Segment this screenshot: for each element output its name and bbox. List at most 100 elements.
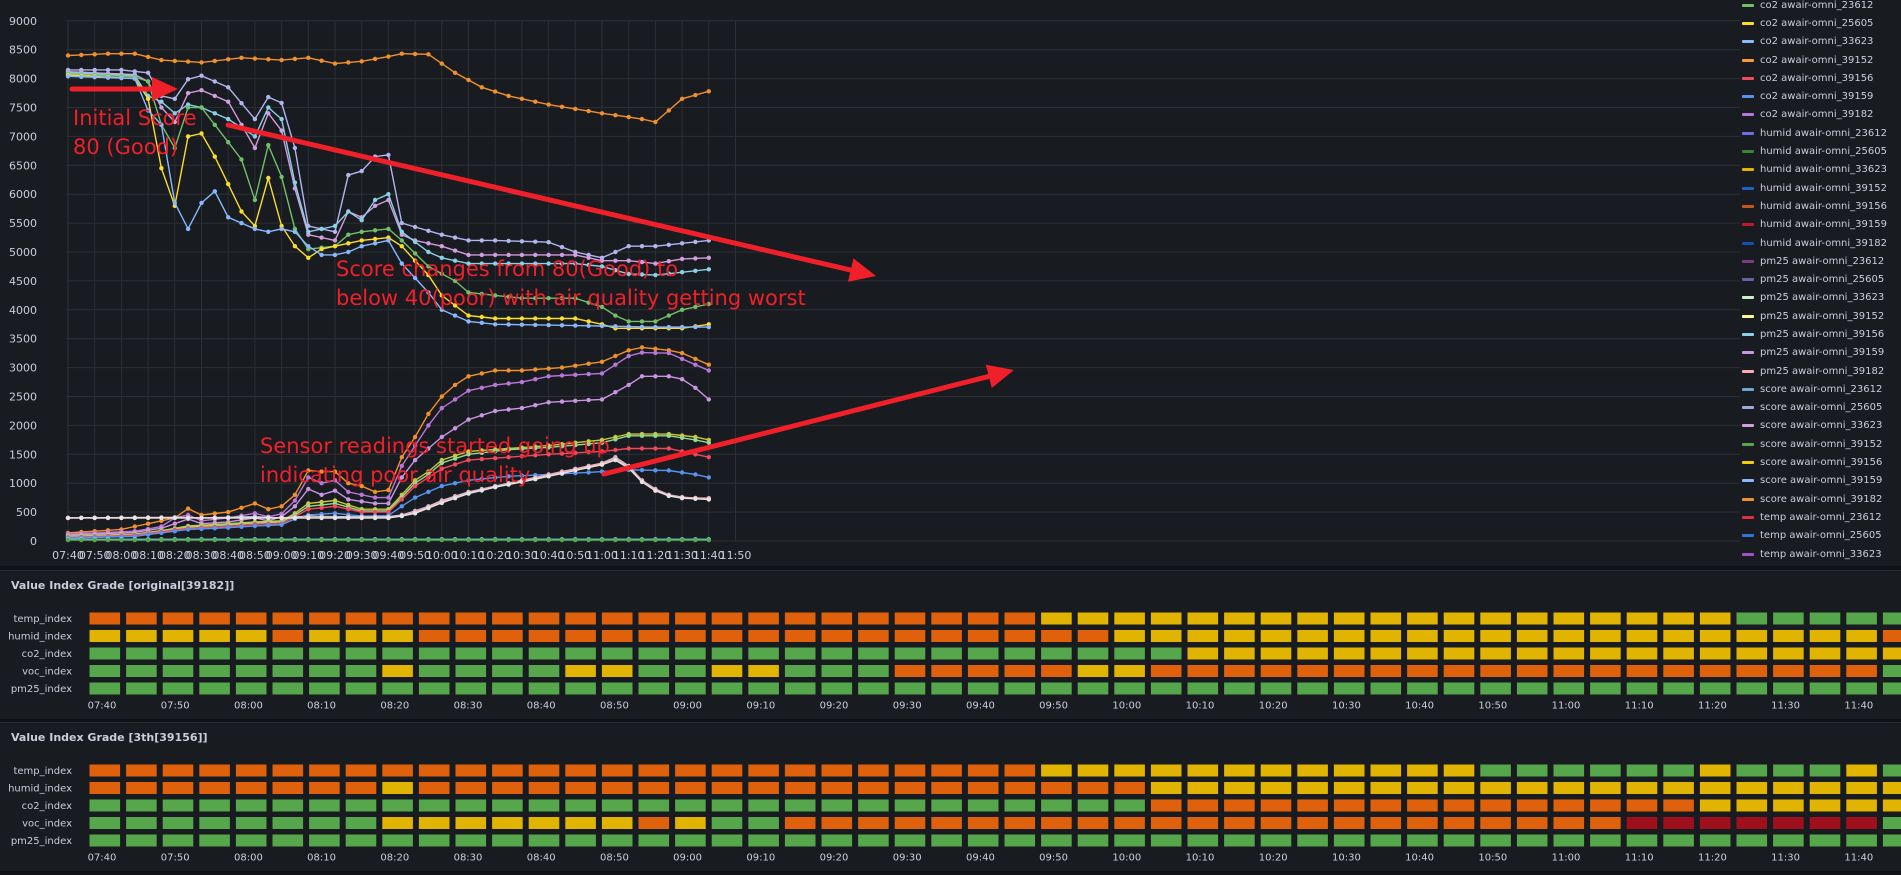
heatmap-cell[interactable] xyxy=(1625,681,1659,696)
heatmap-cell[interactable] xyxy=(600,798,634,813)
heatmap-cell[interactable] xyxy=(1808,664,1842,678)
heatmap-cell[interactable] xyxy=(1772,664,1805,678)
heatmap-cell[interactable] xyxy=(1223,798,1256,813)
heatmap-cell[interactable] xyxy=(527,833,561,848)
heatmap-cell[interactable] xyxy=(1589,681,1622,696)
heatmap-cell[interactable] xyxy=(1808,611,1842,626)
heatmap-cell[interactable] xyxy=(1259,816,1293,830)
legend-item[interactable]: humid awair-omni_39152 xyxy=(1742,179,1901,197)
heatmap-cell[interactable] xyxy=(1113,816,1146,830)
heatmap-cell[interactable] xyxy=(1040,833,1073,848)
heatmap-cell[interactable] xyxy=(198,816,231,830)
heatmap-cell[interactable] xyxy=(1698,681,1732,696)
heatmap-cell[interactable] xyxy=(125,798,158,813)
heatmap-cell[interactable] xyxy=(930,816,963,830)
heatmap-cell[interactable] xyxy=(1625,816,1659,830)
heatmap-cell[interactable] xyxy=(1479,816,1512,830)
heatmap-cell[interactable] xyxy=(1296,611,1329,626)
heatmap-cell[interactable] xyxy=(1076,646,1110,661)
heatmap-cell[interactable] xyxy=(1076,781,1110,795)
heatmap-cell[interactable] xyxy=(1442,611,1476,626)
heatmap-cell[interactable] xyxy=(1442,664,1476,678)
heatmap-cell[interactable] xyxy=(1186,681,1220,696)
heatmap-cell[interactable] xyxy=(747,629,780,643)
heatmap-cell[interactable] xyxy=(930,763,963,778)
heatmap-cell[interactable] xyxy=(234,681,268,696)
heatmap-cell[interactable] xyxy=(1772,629,1805,643)
heatmap-cell[interactable] xyxy=(1625,833,1659,848)
heatmap-cell[interactable] xyxy=(783,781,817,795)
heatmap-cell[interactable] xyxy=(198,611,231,626)
heatmap-cell[interactable] xyxy=(381,816,414,830)
heatmap-cell[interactable] xyxy=(271,833,305,848)
heatmap-cell[interactable] xyxy=(1040,664,1073,678)
heatmap-cell[interactable] xyxy=(674,781,707,795)
legend-item[interactable]: co2 awair-omni_23612 xyxy=(1742,0,1901,14)
heatmap-cell[interactable] xyxy=(527,664,561,678)
heatmap-cell[interactable] xyxy=(1589,798,1622,813)
heatmap-cell[interactable] xyxy=(1332,611,1366,626)
heatmap-cell[interactable] xyxy=(381,629,414,643)
heatmap-cell[interactable] xyxy=(1881,763,1901,778)
heatmap-cell[interactable] xyxy=(1296,833,1329,848)
heatmap-cell[interactable] xyxy=(1003,816,1037,830)
heatmap-cell[interactable] xyxy=(1223,646,1256,661)
heatmap-cell[interactable] xyxy=(1332,781,1366,795)
heatmap-cell[interactable] xyxy=(454,681,488,696)
heatmap-cell[interactable] xyxy=(564,646,597,661)
heatmap-cell[interactable] xyxy=(1808,629,1842,643)
heatmap-cell[interactable] xyxy=(1552,798,1586,813)
heatmap-cell[interactable] xyxy=(820,798,854,813)
heatmap-cell[interactable] xyxy=(783,833,817,848)
heatmap-cell[interactable] xyxy=(820,611,854,626)
legend-item[interactable]: humid awair-omni_39156 xyxy=(1742,197,1901,215)
heatmap-cell[interactable] xyxy=(1369,833,1403,848)
heatmap-cell[interactable] xyxy=(893,681,927,696)
heatmap-cell[interactable] xyxy=(747,763,780,778)
heatmap-cell[interactable] xyxy=(710,833,744,848)
heatmap-cell[interactable] xyxy=(1369,763,1403,778)
legend-item[interactable]: pm25 awair-omni_39152 xyxy=(1742,307,1901,325)
heatmap-cell[interactable] xyxy=(1515,664,1549,678)
heatmap-cell[interactable] xyxy=(1369,611,1403,626)
heatmap-cell[interactable] xyxy=(783,798,817,813)
heatmap-cell[interactable] xyxy=(1589,611,1622,626)
heatmap-cell[interactable] xyxy=(1223,816,1256,830)
heatmap-cell[interactable] xyxy=(783,629,817,643)
heatmap-cell[interactable] xyxy=(600,763,634,778)
heatmap-cell[interactable] xyxy=(1223,664,1256,678)
heatmap-cell[interactable] xyxy=(1772,816,1805,830)
heatmap-cell[interactable] xyxy=(454,646,488,661)
heatmap-cell[interactable] xyxy=(88,629,122,643)
heatmap-cell[interactable] xyxy=(1625,646,1659,661)
heatmap-cell[interactable] xyxy=(1881,611,1901,626)
heatmap-cell[interactable] xyxy=(564,629,597,643)
heatmap-cell[interactable] xyxy=(1442,629,1476,643)
heatmap-cell[interactable] xyxy=(1113,664,1146,678)
heatmap-cell[interactable] xyxy=(747,681,780,696)
heatmap-cell[interactable] xyxy=(1406,681,1439,696)
heatmap-cell[interactable] xyxy=(161,611,195,626)
heatmap-cell[interactable] xyxy=(1479,646,1512,661)
heatmap-cell[interactable] xyxy=(198,781,231,795)
heatmap-cell[interactable] xyxy=(747,664,780,678)
heatmap-cell[interactable] xyxy=(1772,798,1805,813)
heatmap-cell[interactable] xyxy=(1845,781,1878,795)
heatmap-cell[interactable] xyxy=(637,664,671,678)
heatmap-cell[interactable] xyxy=(1881,781,1901,795)
heatmap-cell[interactable] xyxy=(637,833,671,848)
heatmap-cell[interactable] xyxy=(271,611,305,626)
heatmap-cell[interactable] xyxy=(966,629,1000,643)
heatmap-cell[interactable] xyxy=(674,798,707,813)
heatmap-cell[interactable] xyxy=(308,681,341,696)
heatmap-cell[interactable] xyxy=(1589,781,1622,795)
heatmap-cell[interactable] xyxy=(1223,611,1256,626)
heatmap-cell[interactable] xyxy=(454,611,488,626)
heatmap-cell[interactable] xyxy=(527,681,561,696)
heatmap-cell[interactable] xyxy=(417,646,451,661)
heatmap-cell[interactable] xyxy=(1003,833,1037,848)
heatmap-cell[interactable] xyxy=(893,763,927,778)
heatmap-cell[interactable] xyxy=(1186,781,1220,795)
heatmap-cell[interactable] xyxy=(308,763,341,778)
heatmap-cell[interactable] xyxy=(198,646,231,661)
